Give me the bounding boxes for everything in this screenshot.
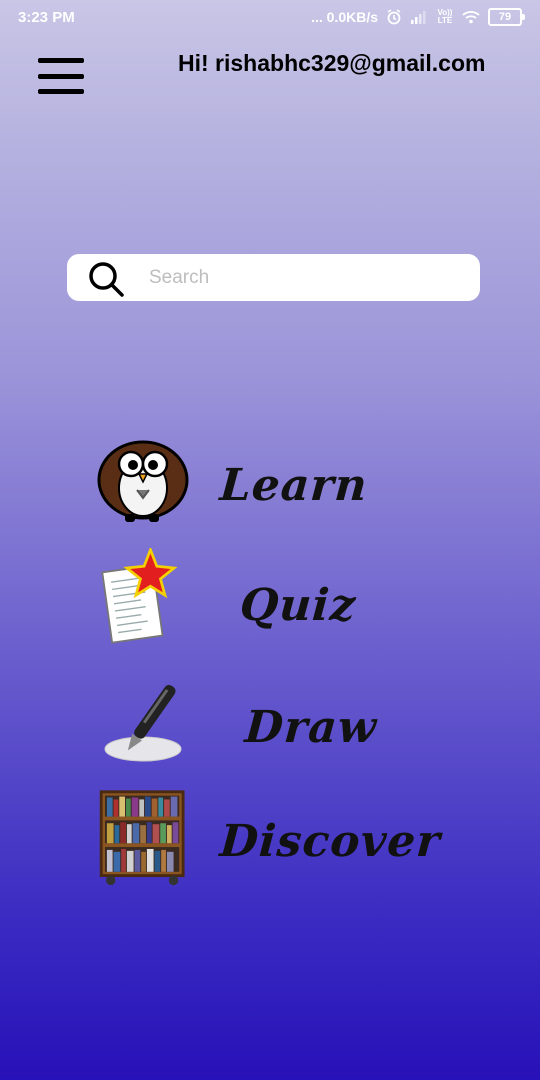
quiz-paper-star-icon [101,548,178,644]
bookshelf-icon [99,790,185,886]
battery-icon: 79 [488,8,525,26]
menu-label-quiz: Quiz [238,580,358,631]
hamburger-menu-icon[interactable] [38,58,84,94]
menu-label-discover: Discover [218,816,443,867]
menu-bar-3 [38,89,84,94]
menu-label-draw: Draw [243,702,379,753]
status-bar: 3:23 PM ... 0.0KB/s Vo)) LTE 79 [0,0,540,34]
status-icons: ... 0.0KB/s Vo)) LTE 79 [311,8,525,26]
signal-icon [410,10,428,24]
greeting-text: Hi! rishabhc329@gmail.com [178,50,486,76]
menu-bar-1 [38,58,84,63]
search-input[interactable] [147,260,471,296]
menu-bar-2 [38,73,84,79]
status-time: 3:23 PM [18,8,75,26]
alarm-icon [386,9,402,25]
search-bar[interactable] [67,254,480,301]
menu-item-learn[interactable]: Learn [95,430,415,530]
menu-item-draw[interactable]: Draw [95,672,415,772]
network-speed: ... 0.0KB/s [311,9,378,25]
menu-item-quiz[interactable]: Quiz [95,548,415,648]
menu-item-discover[interactable]: Discover [95,788,442,888]
volte-icon: Vo)) LTE [436,9,454,25]
wifi-icon [462,10,480,24]
pen-icon [104,684,182,762]
volte-label: Vo)) LTE [437,8,453,25]
owl-icon [97,440,189,522]
battery-level: 79 [498,10,512,23]
menu-label-learn: Learn [218,460,370,511]
search-icon[interactable] [87,260,125,298]
